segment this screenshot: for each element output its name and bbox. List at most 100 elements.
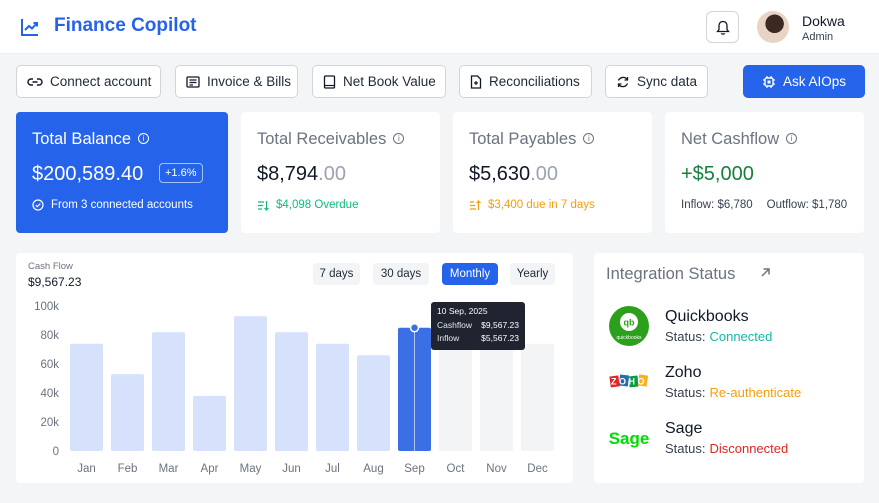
bar-mar: [152, 332, 185, 451]
user-role: Admin: [802, 31, 834, 43]
x-tick-label: Nov: [486, 463, 507, 475]
bar-feb: [111, 374, 144, 451]
quickbooks-status-value: Connected: [709, 329, 773, 344]
tooltip-cashflow-value: $9,567.23: [481, 320, 519, 330]
bar-may: [234, 316, 267, 451]
x-tick-label: Sep: [404, 463, 424, 475]
sync-data-button[interactable]: Sync data: [605, 65, 708, 98]
integration-status-card: Integration Status qb quickbooks Quickbo…: [594, 253, 864, 483]
net-cashflow-card: Net Cashflow i +$5,000 Inflow: $6,780 Out…: [665, 112, 864, 233]
bar-oct: [439, 343, 472, 451]
y-tick-label: 80k: [40, 330, 59, 342]
sage-status: Status: Disconnected: [665, 441, 788, 456]
x-tick-label: Jul: [325, 463, 340, 475]
tooltip-cashflow-label: Cashflow: [437, 320, 473, 330]
cash-flow-bar-chart: 0 20k 40k 60k 80k 100k Jan Feb Mar Apr May Jun Jul Au…: [34, 301, 554, 475]
sync-data-label: Sync data: [637, 74, 698, 89]
total-payables-title-text: Total Payables: [469, 130, 577, 148]
link-icon: [27, 77, 43, 86]
document-icon: [470, 74, 482, 89]
x-tick-label: May: [240, 463, 262, 475]
book-icon: [323, 74, 336, 89]
zoho-logo-icon: ZOHO: [609, 374, 649, 388]
integration-status-title: Integration Status: [606, 265, 736, 283]
total-balance-title: Total Balance i: [32, 130, 150, 149]
total-receivables-card: Total Receivables i $8,794.00 $4,098 Over…: [241, 112, 440, 233]
tooltip-inflow-label: Inflow: [437, 333, 460, 343]
tooltip-inflow-value: $5,567.23: [481, 333, 519, 343]
x-tick-label: Mar: [159, 463, 179, 475]
info-icon[interactable]: i: [138, 133, 150, 144]
zoho-name: Zoho: [665, 364, 702, 381]
y-tick-label: 100k: [34, 301, 59, 313]
y-tick-label: 20k: [40, 417, 59, 429]
chip-icon: [762, 75, 775, 88]
net-cashflow-title: Net Cashflow i: [681, 130, 798, 149]
total-payables-card: Total Payables i $5,630.00 $3,400 due in …: [453, 112, 652, 233]
bar-jun: [275, 332, 308, 451]
trend-chart-icon: [21, 19, 38, 36]
check-circle-icon: [32, 199, 44, 211]
integration-row-zoho[interactable]: ZOHO Zoho Status: Re-authenticate: [594, 362, 864, 406]
balance-subtext-label: From 3 connected accounts: [51, 199, 193, 211]
integration-row-quickbooks[interactable]: qb quickbooks Quickbooks Status: Connecte…: [594, 306, 864, 350]
bar-aug: [357, 355, 390, 451]
x-tick-label: Jan: [77, 463, 96, 475]
payables-due-label: $3,400 due in 7 days: [488, 199, 595, 211]
quickbooks-status: Status: Connected: [665, 329, 772, 344]
ask-aiops-button[interactable]: Ask AIOps: [743, 65, 865, 98]
total-balance-card: Total Balance i $200,589.40 +1.6% From 3 …: [16, 112, 228, 233]
receivables-overdue: $4,098 Overdue: [257, 199, 358, 211]
outflow-value: $1,780: [812, 199, 848, 211]
total-balance-amount: $200,589.40: [32, 163, 144, 185]
action-toolbar: Connect account Invoice & Bills Net Book…: [0, 65, 879, 99]
bar-jan: [70, 343, 103, 451]
bar-apr: [193, 395, 226, 451]
sage-name: Sage: [665, 420, 703, 437]
payables-due: $3,400 due in 7 days: [469, 199, 595, 211]
top-bar: Finance Copilot Dokwa Admin: [0, 0, 879, 54]
integration-row-sage[interactable]: Sage Sage Status: Disconnected: [594, 418, 864, 462]
bar-nov: [480, 343, 513, 451]
x-tick-label: Aug: [363, 463, 383, 475]
bell-icon: [716, 20, 730, 35]
x-tick-label: Jun: [282, 463, 301, 475]
receivables-overdue-label: $4,098 Overdue: [276, 199, 359, 211]
balance-change-badge: +1.6%: [159, 163, 203, 183]
info-icon[interactable]: i: [583, 133, 595, 144]
avatar[interactable]: [757, 11, 789, 43]
sort-down-icon: [258, 200, 269, 211]
inflow-value: $6,780: [717, 199, 753, 211]
connect-account-label: Connect account: [50, 74, 152, 89]
total-receivables-title: Total Receivables i: [257, 130, 405, 149]
cashflow-breakdown: Inflow: $6,780 Outflow: $1,780: [681, 199, 847, 211]
net-book-value-button[interactable]: Net Book Value: [312, 65, 446, 98]
y-tick-label: 0: [53, 446, 59, 458]
zoho-logo-text: ZOHO: [611, 377, 647, 387]
notifications-button[interactable]: [706, 11, 739, 43]
sage-logo-text: Sage: [609, 429, 649, 448]
quickbooks-logo-icon: qb quickbooks: [609, 306, 649, 346]
quickbooks-name: Quickbooks: [665, 308, 749, 325]
x-tick-label: Feb: [118, 463, 138, 475]
zoho-status-value: Re-authenticate: [709, 385, 802, 400]
connect-account-button[interactable]: Connect account: [16, 65, 161, 98]
info-icon[interactable]: i: [393, 133, 405, 144]
balance-subtext: From 3 connected accounts: [32, 199, 193, 211]
cash-flow-chart-card: Cash Flow $9,567.23 7 days 30 days Month…: [16, 253, 573, 483]
reconciliations-label: Reconciliations: [489, 74, 580, 89]
total-receivables-title-text: Total Receivables: [257, 130, 387, 148]
svg-text:qb: qb: [624, 318, 635, 328]
invoice-bills-button[interactable]: Invoice & Bills: [175, 65, 298, 98]
quickbooks-logo-text: quickbooks: [616, 335, 642, 341]
info-icon[interactable]: i: [786, 133, 798, 144]
sort-up-icon: [470, 199, 481, 210]
net-cashflow-amount: +$5,000: [681, 163, 754, 185]
receivables-amount-main: $8,794: [257, 163, 319, 185]
user-name: Dokwa: [802, 13, 845, 29]
status-label: Status:: [665, 385, 706, 400]
x-tick-label: Apr: [201, 463, 219, 475]
external-link-arrow-icon[interactable]: [760, 267, 771, 278]
reconciliations-button[interactable]: Reconciliations: [459, 65, 592, 98]
payables-amount-main: $5,630: [469, 163, 531, 185]
